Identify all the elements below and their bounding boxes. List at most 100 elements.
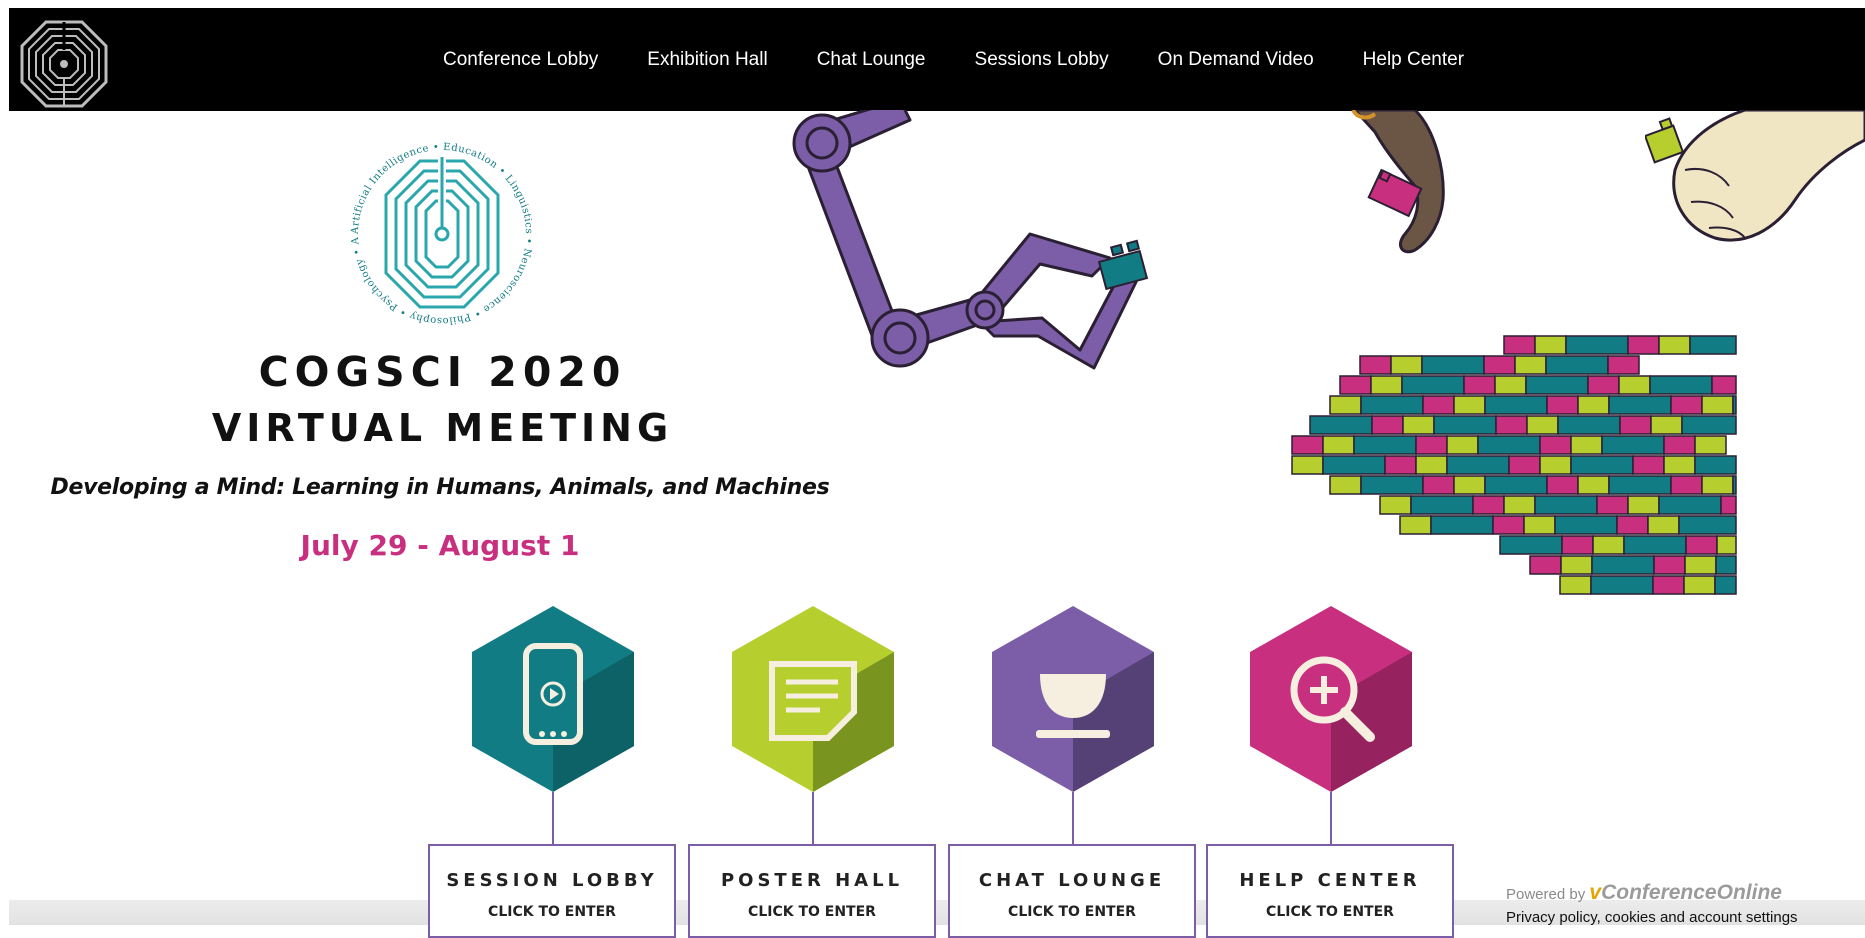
brain-brick xyxy=(1523,515,1556,535)
brain-brick xyxy=(1402,415,1435,435)
brain-brick xyxy=(1557,415,1621,435)
brain-brick xyxy=(1670,475,1703,495)
brain-brick xyxy=(1561,535,1594,555)
labyrinth-logo-icon[interactable] xyxy=(20,20,108,108)
session-lobby-card[interactable]: SESSION LOBBY CLICK TO ENTER xyxy=(428,604,678,938)
help-center-box[interactable]: HELP CENTER CLICK TO ENTER xyxy=(1206,844,1454,938)
brain-brick xyxy=(1360,395,1424,415)
brain-brick xyxy=(1608,395,1672,415)
brain-brick xyxy=(1554,515,1618,535)
click-to-enter-link[interactable]: CLICK TO ENTER xyxy=(690,904,934,920)
brain-brick xyxy=(1623,535,1687,555)
brain-brick xyxy=(1508,455,1541,475)
card-title: CHAT LOUNGE xyxy=(978,870,1166,891)
cup-icon xyxy=(992,606,1154,792)
brain-brick xyxy=(1592,535,1625,555)
nav-sessions-lobby[interactable]: Sessions Lobby xyxy=(975,49,1109,71)
robot-arm-illustration xyxy=(792,110,1149,370)
brain-brick xyxy=(1484,475,1548,495)
brain-brick xyxy=(1678,515,1737,535)
brain-brick xyxy=(1545,355,1609,375)
brain-brick xyxy=(1503,335,1536,355)
brain-brick xyxy=(1577,395,1610,415)
card-connector xyxy=(552,792,554,844)
brain-brick xyxy=(1716,535,1737,555)
poster-hall-card[interactable]: POSTER HALL CLICK TO ENTER xyxy=(688,604,938,938)
brain-brick xyxy=(1546,475,1579,495)
brain-brick xyxy=(1453,395,1486,415)
click-to-enter-link[interactable]: CLICK TO ENTER xyxy=(950,904,1194,920)
brain-brick xyxy=(1503,495,1536,515)
brain-brick xyxy=(1653,555,1686,575)
brain-brick xyxy=(1339,375,1372,395)
brain-brick xyxy=(1401,375,1465,395)
brain-brick xyxy=(1410,495,1474,515)
nav-exhibition-hall[interactable]: Exhibition Hall xyxy=(647,49,767,71)
brain-brick xyxy=(1570,455,1634,475)
privacy-settings-link[interactable]: Privacy policy, cookies and account sett… xyxy=(1506,909,1798,926)
brain-brick xyxy=(1652,575,1685,595)
brain-brick xyxy=(1627,335,1660,355)
event-title-line2: VIRTUAL MEETING xyxy=(211,406,674,450)
click-to-enter-link[interactable]: CLICK TO ENTER xyxy=(1208,904,1452,920)
brain-brick xyxy=(1608,475,1672,495)
brain-brick xyxy=(1322,455,1386,475)
brain-brick xyxy=(1701,395,1734,415)
brain-brick xyxy=(1477,435,1541,455)
brain-brick xyxy=(1422,395,1455,415)
brain-brick xyxy=(1415,455,1448,475)
brain-brick xyxy=(1430,515,1494,535)
session-lobby-box[interactable]: SESSION LOBBY CLICK TO ENTER xyxy=(428,844,676,938)
brain-brick xyxy=(1701,475,1734,495)
cogsci-labyrinth-logo-icon: Artificial Intelligence • Education • Li… xyxy=(348,137,534,326)
card-connector xyxy=(1072,792,1074,844)
brain-brick xyxy=(1711,375,1737,395)
card-connector xyxy=(812,792,814,844)
magnifier-plus-icon xyxy=(1250,606,1412,792)
chat-lounge-card[interactable]: CHAT LOUNGE CLICK TO ENTER xyxy=(948,604,1198,938)
poster-hall-box[interactable]: POSTER HALL CLICK TO ENTER xyxy=(688,844,936,938)
hand-with-brick-illustration xyxy=(1351,110,1445,254)
brain-brick xyxy=(1415,435,1448,455)
brain-brick xyxy=(1714,575,1737,595)
click-to-enter-link[interactable]: CLICK TO ENTER xyxy=(430,904,674,920)
brain-brick xyxy=(1681,415,1737,435)
brain-brick xyxy=(1577,475,1610,495)
brick-brain-illustration xyxy=(1291,335,1737,595)
event-subtitle: Developing a Mind: Learning in Humans, A… xyxy=(50,475,830,500)
nav-help-center[interactable]: Help Center xyxy=(1363,49,1464,71)
brain-brick xyxy=(1694,455,1737,475)
brain-brick xyxy=(1526,415,1559,435)
nav-conference-lobby[interactable]: Conference Lobby xyxy=(443,49,598,71)
brain-brick xyxy=(1546,395,1579,415)
card-title: POSTER HALL xyxy=(720,870,904,891)
nav-on-demand-video[interactable]: On Demand Video xyxy=(1158,49,1314,71)
brain-brick xyxy=(1492,515,1525,535)
event-dates: July 29 - August 1 xyxy=(300,529,580,562)
brain-brick xyxy=(1732,475,1737,495)
brain-brick xyxy=(1529,555,1562,575)
brain-brick xyxy=(1534,495,1598,515)
brain-brick xyxy=(1291,435,1324,455)
card-title: SESSION LOBBY xyxy=(446,870,658,891)
brain-brick xyxy=(1329,475,1362,495)
brain-brick xyxy=(1446,435,1479,455)
chat-lounge-box[interactable]: CHAT LOUNGE CLICK TO ENTER xyxy=(948,844,1196,938)
brand-name: ConferenceOnline xyxy=(1601,881,1782,904)
brain-brick xyxy=(1683,575,1716,595)
brain-brick xyxy=(1689,335,1737,355)
hand-with-lime-brick-illustration xyxy=(1645,110,1865,242)
brain-brick xyxy=(1596,495,1629,515)
help-center-card[interactable]: HELP CENTER CLICK TO ENTER xyxy=(1206,604,1456,938)
brain-brick xyxy=(1370,375,1403,395)
nav-chat-lounge[interactable]: Chat Lounge xyxy=(817,49,926,71)
brain-brick xyxy=(1649,375,1713,395)
brain-brick xyxy=(1591,555,1655,575)
brain-brick xyxy=(1559,575,1592,595)
brain-brick xyxy=(1715,555,1737,575)
card-title: HELP CENTER xyxy=(1239,870,1421,891)
brain-brick xyxy=(1322,435,1355,455)
note-icon xyxy=(732,606,894,792)
brain-brick xyxy=(1359,355,1392,375)
powered-by-credit[interactable]: Powered by vConferenceOnline xyxy=(1506,881,1782,905)
